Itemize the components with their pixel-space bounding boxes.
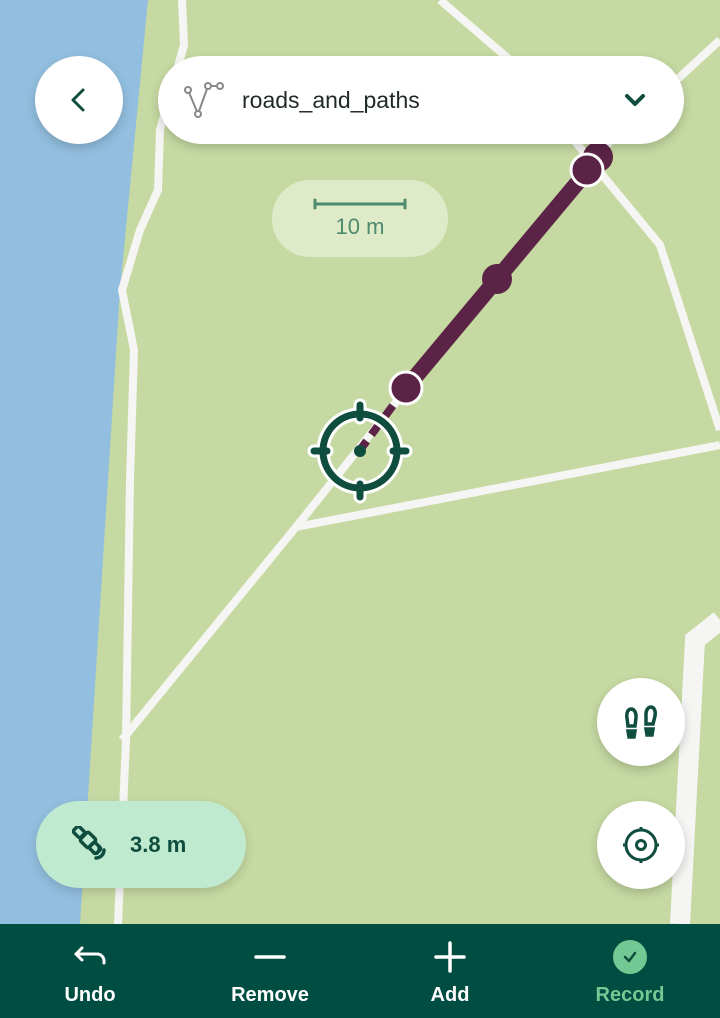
line-layer-icon [184,82,224,118]
remove-button[interactable]: Remove [180,924,360,1018]
plus-icon [434,941,466,973]
satellite-icon [72,825,106,860]
undo-icon [74,946,106,965]
gps-locate-icon [623,827,659,863]
layer-selector[interactable]: roads_and_paths [158,56,684,144]
vertex-midpoint[interactable] [482,264,512,294]
vertex[interactable] [569,152,605,188]
remove-label: Remove [231,984,309,1006]
bottom-toolbar: Undo Remove Add Record [0,924,720,1018]
scale-label: 10 m [335,213,385,239]
record-button[interactable]: Record [540,924,720,1018]
minus-icon [254,955,286,959]
gps-accuracy-value: 3.8 m [130,831,187,857]
check-circle-icon [613,940,647,974]
layer-name: roads_and_paths [242,86,420,113]
add-button[interactable]: Add [360,924,540,1018]
chevron-down-icon[interactable] [624,93,646,107]
scale-ruler-icon [313,198,407,209]
undo-label: Undo [64,984,116,1006]
add-label: Add [430,984,470,1006]
chevron-left-icon [71,88,85,112]
scale-bar: 10 m [272,180,448,257]
vertex[interactable] [388,370,424,406]
gps-accuracy-badge[interactable]: 3.8 m [36,801,246,888]
back-button[interactable] [35,56,123,144]
stream-mode-button[interactable] [597,678,685,766]
footsteps-icon [625,705,657,739]
record-label: Record [595,984,665,1006]
center-location-button[interactable] [597,801,685,889]
undo-button[interactable]: Undo [0,924,180,1018]
